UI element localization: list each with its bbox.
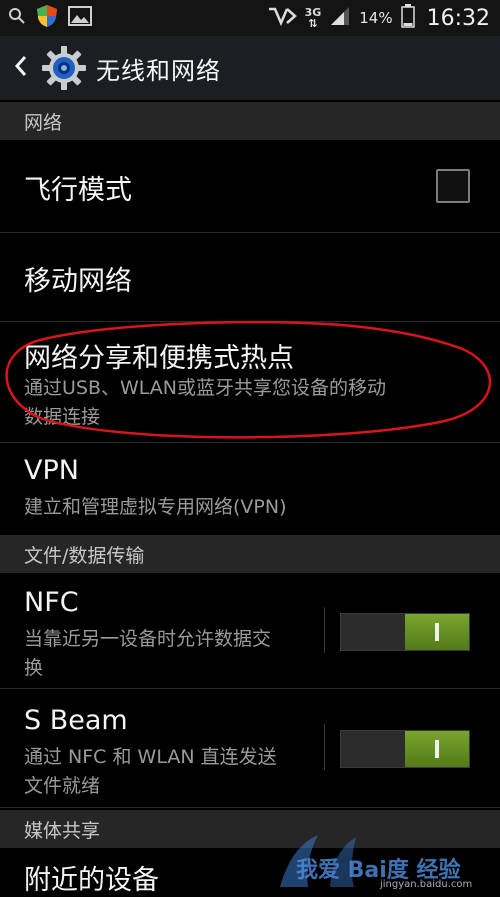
back-button[interactable] — [4, 36, 38, 100]
chevron-left-icon — [13, 54, 29, 82]
tethering-description: 通过USB、WLAN或蓝牙共享您设备的移动 数据连接 — [24, 377, 387, 428]
toggle-on-knob — [405, 614, 469, 650]
section-label: 文件/数据传输 — [24, 544, 145, 567]
section-header-network: 网络 — [0, 102, 500, 140]
page-title: 无线和网络 — [96, 56, 221, 85]
airplane-mode-label: 飞行模式 — [24, 175, 132, 206]
s-beam-description: 通过 NFC 和 WLAN 直连发送 文件就绪 — [24, 746, 277, 797]
action-bar: 无线和网络 — [0, 36, 500, 100]
divider — [324, 724, 325, 770]
s-beam-row[interactable]: S Beam 通过 NFC 和 WLAN 直连发送 文件就绪 — [0, 689, 500, 808]
signal-icon — [329, 6, 351, 30]
battery-icon — [400, 4, 415, 32]
tethering-label: 网络分享和便携式热点 — [24, 343, 294, 374]
search-icon — [8, 7, 26, 29]
divider — [324, 607, 325, 653]
section-label: 媒体共享 — [24, 819, 101, 842]
network-type-indicator: 3G ⇅ — [304, 6, 322, 30]
nfc-row[interactable]: NFC 当靠近另一设备时允许数据交 换 — [0, 573, 500, 689]
s-beam-toggle-container — [324, 724, 484, 770]
tethering-hotspot-row[interactable]: 网络分享和便携式热点 通过USB、WLAN或蓝牙共享您设备的移动 数据连接 — [0, 322, 500, 443]
watermark-url: jingyan.baidu.com — [379, 879, 472, 889]
nfc-label: NFC — [24, 587, 79, 618]
nfc-icon — [267, 6, 297, 30]
s-beam-label: S Beam — [24, 705, 128, 736]
status-bar: 3G ⇅ 14% 16:32 — [0, 0, 500, 36]
image-icon — [68, 6, 92, 30]
nearby-devices-label: 附近的设备 — [24, 865, 159, 896]
section-label: 网络 — [24, 111, 63, 134]
nfc-toggle[interactable] — [340, 613, 470, 651]
vpn-label: VPN — [24, 455, 79, 486]
mobile-network-row[interactable]: 移动网络 — [0, 233, 500, 322]
vpn-row[interactable]: VPN 建立和管理虚拟专用网络(VPN) — [0, 443, 500, 536]
nfc-toggle-container — [324, 607, 484, 653]
shield-icon — [36, 4, 58, 32]
mobile-network-label: 移动网络 — [24, 266, 132, 297]
section-header-file-transfer: 文件/数据传输 — [0, 535, 500, 573]
nfc-description: 当靠近另一设备时允许数据交 换 — [24, 628, 272, 679]
airplane-mode-checkbox[interactable] — [436, 169, 470, 203]
settings-gear-icon — [40, 44, 88, 92]
airplane-mode-row[interactable]: 飞行模式 — [0, 140, 500, 233]
baidu-jingyan-watermark: 我爱 Bai度 经验 jingyan.baidu.com — [260, 829, 490, 890]
vpn-description: 建立和管理虚拟专用网络(VPN) — [24, 496, 287, 518]
battery-percent: 14% — [359, 9, 393, 27]
clock: 16:32 — [426, 5, 490, 31]
toggle-on-knob — [405, 731, 469, 767]
s-beam-toggle[interactable] — [340, 730, 470, 768]
